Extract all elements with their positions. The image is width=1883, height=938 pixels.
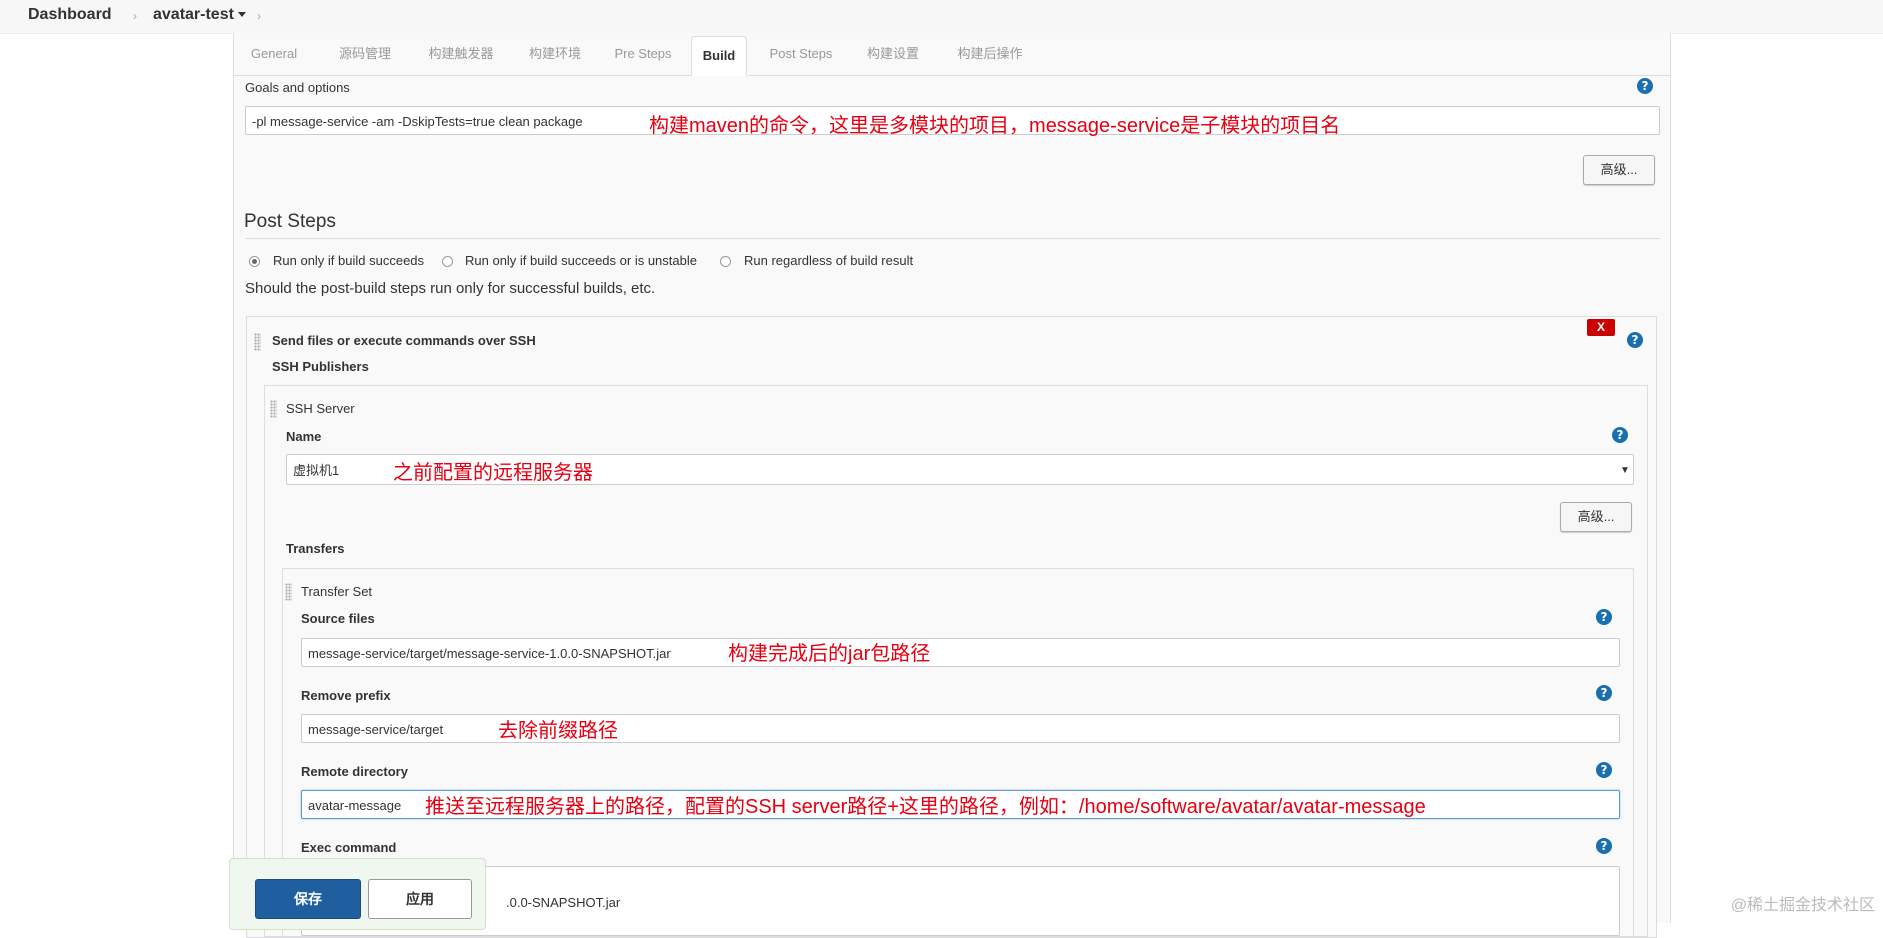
goals-value: -pl message-service -am -DskipTests=true… bbox=[252, 114, 583, 129]
help-icon[interactable]: ? bbox=[1596, 762, 1612, 778]
goals-label: Goals and options bbox=[245, 80, 350, 95]
post-steps-title: Post Steps bbox=[244, 211, 336, 232]
config-panel: General 源码管理 构建触发器 构建环境 Pre Steps Build … bbox=[233, 33, 1671, 938]
help-icon[interactable]: ? bbox=[1596, 838, 1612, 854]
breadcrumb-separator-icon: › bbox=[257, 9, 261, 23]
transfer-set-label: Transfer Set bbox=[301, 584, 373, 599]
breadcrumb-separator-icon: › bbox=[133, 9, 137, 23]
remove-prefix-annotation: 去除前缀路径 bbox=[498, 720, 618, 742]
tab-build-triggers[interactable]: 构建触发器 bbox=[422, 33, 500, 75]
apply-button[interactable]: 应用 bbox=[368, 879, 472, 919]
goals-advanced-button[interactable]: 高级... bbox=[1583, 155, 1655, 185]
tab-build[interactable]: Build bbox=[691, 36, 747, 76]
name-label: Name bbox=[286, 429, 322, 444]
chevron-down-icon[interactable] bbox=[237, 12, 246, 18]
source-files-label: Source files bbox=[301, 611, 375, 626]
radio-run-if-unstable[interactable] bbox=[442, 256, 453, 267]
help-icon[interactable]: ? bbox=[1637, 78, 1653, 94]
server-advanced-button[interactable]: 高级... bbox=[1560, 502, 1632, 532]
radio-label-success: Run only if build succeeds bbox=[273, 253, 425, 268]
tab-post-build-actions[interactable]: 构建后操作 bbox=[950, 33, 1030, 75]
name-annotation: 之前配置的远程服务器 bbox=[393, 462, 593, 484]
remote-directory-value: avatar-message bbox=[308, 798, 402, 813]
breadcrumb: Dashboard › avatar-test › bbox=[0, 0, 1883, 34]
server-name-value: 虚拟机1 bbox=[293, 463, 340, 478]
drag-handle-icon[interactable] bbox=[254, 333, 261, 351]
help-icon[interactable]: ? bbox=[1596, 685, 1612, 701]
transfers-label: Transfers bbox=[286, 541, 345, 556]
remove-prefix-value: message-service/target bbox=[308, 722, 444, 737]
ssh-step-title: Send files or execute commands over SSH bbox=[272, 333, 536, 348]
breadcrumb-dashboard[interactable]: Dashboard bbox=[28, 6, 112, 24]
radio-label-unstable: Run only if build succeeds or is unstabl… bbox=[465, 253, 697, 268]
breadcrumb-job[interactable]: avatar-test bbox=[153, 6, 246, 24]
ssh-publishers-label: SSH Publishers bbox=[272, 359, 369, 374]
radio-run-regardless[interactable] bbox=[720, 256, 731, 267]
drag-handle-icon[interactable] bbox=[285, 583, 292, 601]
tab-pre-steps[interactable]: Pre Steps bbox=[611, 33, 675, 75]
help-icon[interactable]: ? bbox=[1612, 427, 1628, 443]
source-files-value: message-service/target/message-service-1… bbox=[308, 646, 671, 661]
remote-directory-label: Remote directory bbox=[301, 764, 408, 779]
help-icon[interactable]: ? bbox=[1596, 609, 1612, 625]
delete-step-button[interactable]: X bbox=[1587, 319, 1615, 336]
save-button[interactable]: 保存 bbox=[255, 879, 361, 919]
tab-build-environment[interactable]: 构建环境 bbox=[523, 33, 587, 75]
divider bbox=[245, 238, 1660, 239]
post-steps-description: Should the post-build steps run only for… bbox=[245, 280, 656, 297]
exec-command-value: .0.0-SNAPSHOT.jar bbox=[506, 895, 621, 910]
tab-post-steps[interactable]: Post Steps bbox=[765, 33, 837, 75]
radio-label-regardless: Run regardless of build result bbox=[744, 253, 914, 268]
form-action-bar: 保存 应用 bbox=[229, 858, 486, 930]
remove-prefix-label: Remove prefix bbox=[301, 688, 391, 703]
radio-run-if-success[interactable] bbox=[249, 256, 260, 267]
tab-source-control[interactable]: 源码管理 bbox=[333, 33, 397, 75]
tab-build-settings[interactable]: 构建设置 bbox=[861, 33, 925, 75]
watermark: @稀土掘金技术社区 bbox=[1730, 897, 1875, 914]
source-files-annotation: 构建完成后的jar包路径 bbox=[728, 643, 931, 665]
ssh-server-label: SSH Server bbox=[286, 401, 355, 416]
goals-annotation: 构建maven的命令，这里是多模块的项目，message-service是子模块… bbox=[649, 115, 1341, 137]
exec-command-textarea[interactable] bbox=[301, 866, 1620, 936]
remote-directory-annotation: 推送至远程服务器上的路径，配置的SSH server路径+这里的路径，例如：/h… bbox=[425, 796, 1426, 818]
tab-general[interactable]: General bbox=[246, 33, 302, 75]
exec-command-label: Exec command bbox=[301, 840, 397, 855]
breadcrumb-job-label: avatar-test bbox=[153, 6, 234, 23]
source-files-input[interactable]: message-service/target/message-service-1… bbox=[301, 638, 1620, 667]
drag-handle-icon[interactable] bbox=[270, 400, 277, 418]
dropdown-arrow-icon[interactable]: ▼ bbox=[1620, 465, 1630, 476]
config-tabbar: General 源码管理 构建触发器 构建环境 Pre Steps Build … bbox=[234, 33, 1670, 76]
help-icon[interactable]: ? bbox=[1627, 332, 1643, 348]
